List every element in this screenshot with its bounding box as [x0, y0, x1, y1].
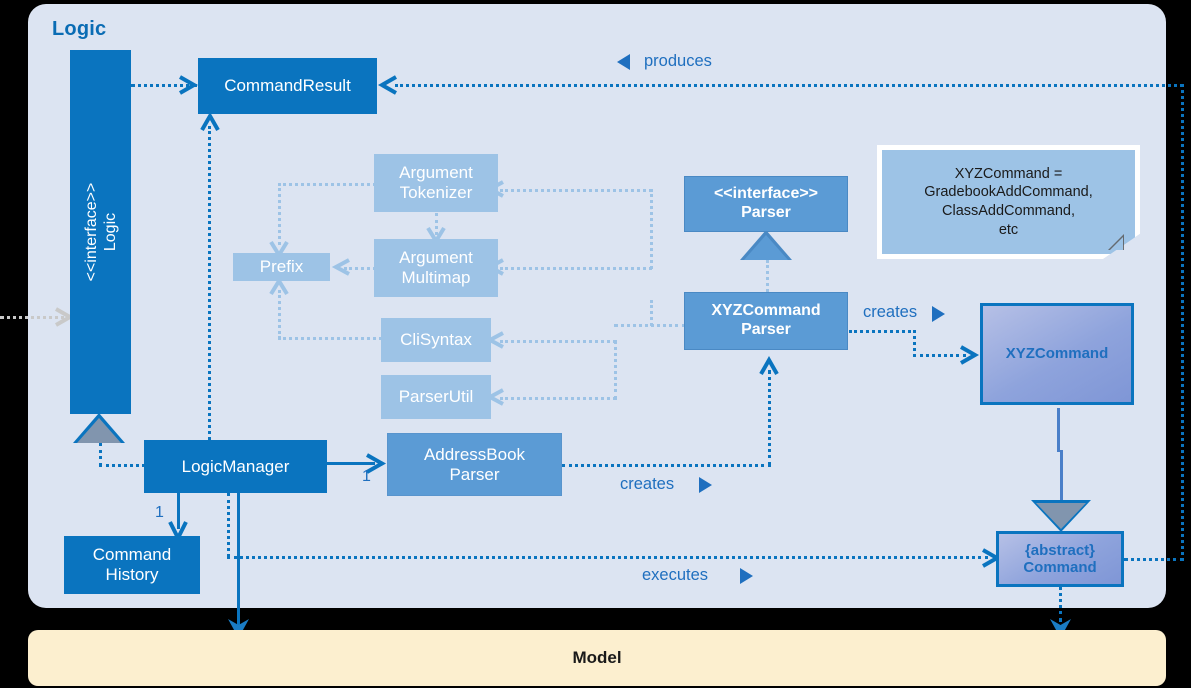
logic-realization-triangle-fill	[77, 418, 121, 443]
tokenizer-to-prefix-horizontal	[278, 183, 388, 186]
logicmanager-realization-horizontal	[99, 464, 145, 467]
multimap-to-prefix-arrowhead	[331, 258, 350, 276]
logic-to-commandresult-arrowhead	[179, 75, 199, 95]
parser-realization-line	[766, 260, 769, 292]
parserutil-box[interactable]: ParserUtil	[381, 375, 491, 419]
logicmanager-box[interactable]: LogicManager	[144, 440, 327, 493]
produces-line-lower	[1124, 558, 1184, 561]
clisyntax-to-prefix-horizontal	[278, 337, 388, 340]
logic-package-title: Logic	[52, 18, 107, 40]
commandresult-box[interactable]: CommandResult	[198, 58, 377, 114]
logic-interface-text: <<interface>> Logic	[81, 183, 119, 282]
addressbookparser-label-line1: AddressBook	[423, 444, 526, 464]
prefix-box[interactable]: Prefix	[233, 253, 330, 281]
abstract-command-stereotype: {abstract}	[1024, 541, 1096, 559]
logic-interface-box[interactable]: <<interface>> Logic	[70, 50, 131, 414]
tokenizer-to-prefix-vertical	[278, 183, 281, 245]
xyzcommand-note: XYZCommand = GradebookAddCommand, ClassA…	[877, 145, 1140, 259]
parser-interface-name: Parser	[741, 204, 791, 221]
parser-interface-stereotype: <<interface>>	[713, 185, 819, 203]
xyzparser-creates-vertical	[913, 330, 916, 357]
note-line-3: ClassAddCommand,	[942, 203, 1075, 219]
creates-command-label: creates	[863, 303, 918, 321]
argumentmultimap-label-line2: Multimap	[401, 268, 471, 287]
note-line-1: XYZCommand =	[954, 165, 1063, 182]
abstract-command-box[interactable]: {abstract} Command	[996, 531, 1124, 587]
produces-line-vertical	[1181, 84, 1184, 561]
creates-command-direction-triangle	[932, 306, 945, 322]
commandhistory-label-line1: Command	[92, 545, 172, 565]
xyzcommandparser-label-line2: Parser	[741, 321, 791, 338]
parser-bus-to-tokenizer	[500, 189, 652, 192]
note-line-2: GradebookAddCommand,	[924, 184, 1093, 201]
argumentmultimap-box[interactable]: Argument Multimap	[374, 239, 498, 297]
logic-interface-name: Logic	[101, 212, 119, 252]
multiplicity-addressbook: 1	[362, 468, 371, 485]
addressbookparser-label-line2: Parser	[449, 464, 500, 484]
parser-bus-branch-join	[650, 300, 653, 326]
model-package-panel: Model	[28, 630, 1166, 686]
parser-bus-to-clisyntax	[500, 340, 616, 343]
command-generalization-triangle-fill	[1036, 503, 1086, 529]
xyzcommand-inheritance-line-1	[1057, 408, 1060, 452]
xyzcommandparser-label-line1: XYZCommand	[711, 302, 821, 320]
xyzcommand-inheritance-line-2	[1060, 450, 1063, 504]
argumenttokenizer-box[interactable]: Argument Tokenizer	[374, 154, 498, 212]
abstract-command-label: Command	[1023, 559, 1097, 576]
parser-bus-vertical-upper	[650, 189, 653, 269]
parser-bus-to-parserutil	[500, 397, 616, 400]
uml-class-diagram: Logic produces executes creates creates …	[0, 0, 1191, 688]
logicmanager-to-commandresult-arrowhead	[200, 111, 220, 131]
commandhistory-label-line2: History	[105, 565, 159, 584]
argumenttokenizer-label-line2: Tokenizer	[399, 183, 473, 202]
multiplicity-commandhistory: 1	[155, 504, 164, 521]
clisyntax-label: CliSyntax	[400, 330, 472, 350]
executes-line-horizontal	[227, 556, 988, 559]
executes-line-vertical	[227, 493, 230, 557]
xyzparser-creates-horizontal-1	[849, 330, 916, 333]
produces-arrowhead	[377, 75, 397, 95]
addressbook-creates-vertical	[768, 370, 771, 466]
produces-label: produces	[644, 52, 712, 70]
xyzcommand-box[interactable]: XYZCommand	[980, 303, 1134, 405]
logicmanager-to-commandhistory-arrowhead	[168, 521, 188, 542]
prefix-label: Prefix	[259, 257, 304, 277]
argumentmultimap-label-line1: Argument	[399, 248, 473, 268]
parser-bus-vertical-lower	[614, 340, 617, 400]
logicmanager-realization-vertical	[99, 443, 102, 466]
xyzcommandparser-box[interactable]: XYZCommand Parser	[684, 292, 848, 350]
produces-direction-triangle	[617, 54, 630, 70]
note-fold-inner-icon	[1110, 237, 1123, 250]
commandhistory-box[interactable]: Command History	[64, 536, 200, 594]
parser-bus-to-multimap	[500, 267, 652, 270]
executes-direction-triangle	[740, 568, 753, 584]
logicmanager-to-commandresult-line	[208, 126, 211, 440]
parser-realization-triangle-fill	[744, 235, 788, 260]
parser-interface-box[interactable]: <<interface>> Parser	[684, 176, 848, 232]
creates-parser-label: creates	[620, 475, 675, 493]
logicmanager-label: LogicManager	[181, 456, 290, 476]
note-line-4: etc	[998, 221, 1019, 238]
commandresult-label: CommandResult	[224, 76, 351, 96]
addressbookparser-box[interactable]: AddressBook Parser	[387, 433, 562, 496]
logic-interface-stereotype: <<interface>>	[82, 182, 100, 282]
produces-line-upper	[395, 84, 1183, 87]
logicmanager-to-model-line	[237, 493, 240, 625]
clisyntax-box[interactable]: CliSyntax	[381, 318, 491, 362]
addressbook-creates-arrowhead	[759, 355, 779, 375]
xyzparser-creates-arrowhead	[960, 345, 980, 365]
xyzcommand-note-text: XYZCommand = GradebookAddCommand, ClassA…	[924, 165, 1092, 239]
model-package-title: Model	[572, 648, 622, 667]
parserutil-label: ParserUtil	[398, 387, 474, 407]
executes-label: executes	[642, 566, 709, 584]
addressbook-creates-horizontal	[562, 464, 771, 467]
creates-parser-direction-triangle	[699, 477, 712, 493]
argumenttokenizer-label-line1: Argument	[399, 163, 473, 183]
xyzcommand-label: XYZCommand	[1005, 345, 1109, 363]
